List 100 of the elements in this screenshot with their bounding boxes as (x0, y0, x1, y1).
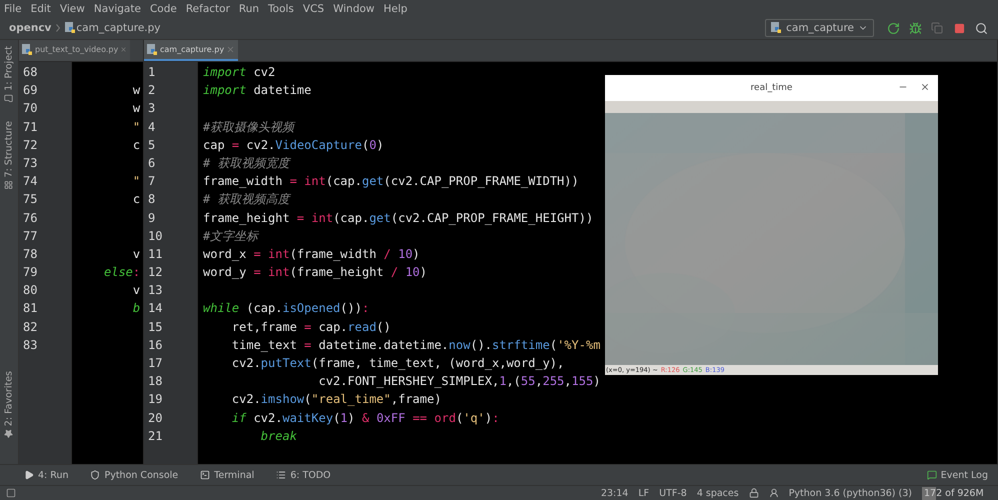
code-line: ret,frame = cap.read() (230, 318, 391, 336)
line-number: 19 (147, 391, 164, 408)
code-line: #获取摄像头视频 (203, 118, 294, 136)
code-line: " (132, 118, 140, 136)
line-number: 9 (147, 210, 156, 226)
status-item[interactable]: 4 spaces (696, 488, 739, 498)
code-line: v (132, 282, 140, 300)
code-line: cv2.imshow("real_time",frame) (230, 391, 442, 408)
breadcrumb[interactable]: opencv (9, 22, 52, 34)
status-item[interactable]: UTF-8 (659, 488, 687, 498)
code-line: cv2.putText(frame, time_text, (word_x,word_y), (230, 355, 564, 372)
event-log-button[interactable]: Event Log (926, 470, 988, 480)
rerun-icon[interactable] (885, 20, 901, 36)
code-line: word_x = int(frame_width / 10) (203, 246, 420, 263)
tool-window-button[interactable]: 6: TODO (276, 470, 331, 480)
event-log-icon (926, 470, 937, 480)
menu-item[interactable]: File (4, 2, 22, 14)
code-line: w (132, 82, 140, 100)
line-number: 78 (22, 246, 38, 263)
line-number: 2 (147, 82, 156, 100)
line-number: 16 (147, 336, 164, 354)
status-item[interactable]: LF (638, 488, 650, 498)
menu-item[interactable]: Edit (30, 2, 51, 14)
code-line: " (132, 173, 140, 190)
code-line: # 获取视频宽度 (203, 154, 290, 172)
tool-window-button[interactable]: 4: Run (24, 470, 68, 480)
editor-tab[interactable]: put_text_to_video.py (19, 40, 130, 61)
status-item[interactable]: 23:14 (600, 488, 628, 498)
line-number: 8 (147, 191, 156, 208)
python-file-icon (771, 22, 782, 34)
line-number: 17 (147, 355, 164, 372)
line-number: 81 (22, 300, 38, 318)
line-number: 18 (147, 373, 164, 390)
code-line: word_y = int(frame_height / 10) (203, 264, 428, 282)
line-number: 72 (22, 136, 38, 154)
menu-item[interactable]: Refactor (186, 2, 230, 14)
window-title: real_time (750, 83, 792, 93)
code-line: else: (104, 264, 140, 282)
chevron-icon (56, 24, 60, 32)
line-number: 80 (22, 282, 38, 300)
python-file-icon (22, 44, 33, 56)
line-number: 15 (147, 318, 164, 336)
line-number: 10 (147, 228, 164, 245)
line-number: 3 (147, 100, 156, 118)
line-number: 1 (147, 64, 156, 81)
interpreter-status[interactable]: Python 3.6 (python36) (3) (788, 488, 912, 498)
line-number: 82 (22, 318, 38, 336)
tool-window-button[interactable]: 1: Project (0, 46, 18, 103)
line-number: 13 (147, 282, 164, 300)
code-line: c (132, 136, 140, 154)
tool-window-button[interactable]: Python Console (90, 470, 178, 480)
line-number: 20 (147, 410, 164, 427)
line-number: 75 (22, 191, 38, 208)
line-number: 6 (147, 154, 156, 172)
python-file-icon (65, 22, 76, 34)
tool-window-button[interactable]: 2: Favorites (0, 370, 18, 438)
python-file-icon (147, 44, 158, 56)
terminal-icon (200, 470, 210, 480)
line-number: 77 (22, 228, 38, 245)
run-config-dropdown[interactable]: cam_capture (765, 19, 874, 37)
code-line: break (260, 428, 297, 445)
code-line: #文字坐标 (203, 228, 258, 245)
star-icon (4, 429, 14, 438)
menu-item[interactable]: Window (333, 2, 374, 14)
code-line: cv2.FONT_HERSHEY_SIMPLEX,1,(55,255,155) (318, 373, 600, 390)
breadcrumb[interactable]: cam_capture.py (76, 22, 160, 34)
inspector-icon[interactable] (768, 488, 779, 498)
code-line: w (132, 100, 140, 118)
editor-tab[interactable]: cam_capture.py (144, 40, 238, 61)
lock-icon[interactable] (748, 488, 759, 498)
menu-item[interactable]: View (60, 2, 85, 14)
line-number: 11 (147, 246, 164, 263)
structure-icon (4, 180, 14, 190)
code-line: frame_width = int(cap.get(cv2.CAP_PROP_FRAME_WIDTH)) (203, 173, 579, 190)
code-line: cap = cv2.VideoCapture(0) (203, 136, 384, 154)
line-number: 83 (22, 336, 38, 354)
tool-window-button[interactable]: 7: Structure (0, 120, 18, 190)
menu-item[interactable]: VCS (302, 2, 324, 14)
menu-item[interactable]: Navigate (94, 2, 141, 14)
line-number: 71 (22, 118, 38, 136)
code-line: time_text = datetime.datetime.now().strftime('%Y-%m (230, 336, 600, 354)
line-number: 7 (147, 173, 156, 190)
panel-toggle-icon[interactable] (6, 488, 16, 498)
search-icon[interactable] (973, 20, 989, 36)
line-number: 74 (22, 173, 38, 190)
menu-item[interactable]: Help (384, 2, 408, 14)
debug-icon[interactable] (907, 20, 923, 36)
code-line: import cv2 (203, 64, 276, 81)
line-number: 68 (22, 64, 38, 81)
code-line: c (132, 191, 140, 208)
menu-item[interactable]: Code (150, 2, 177, 14)
line-number: 21 (147, 428, 164, 445)
menu-item[interactable]: Tools (268, 2, 294, 14)
line-number: 5 (147, 136, 156, 154)
tool-window-button[interactable]: Terminal (200, 470, 254, 480)
list-icon (276, 470, 286, 480)
code-line: v (132, 246, 140, 263)
line-number: 76 (22, 210, 38, 226)
menu-item[interactable]: Run (238, 2, 260, 14)
line-number: 69 (22, 82, 38, 100)
